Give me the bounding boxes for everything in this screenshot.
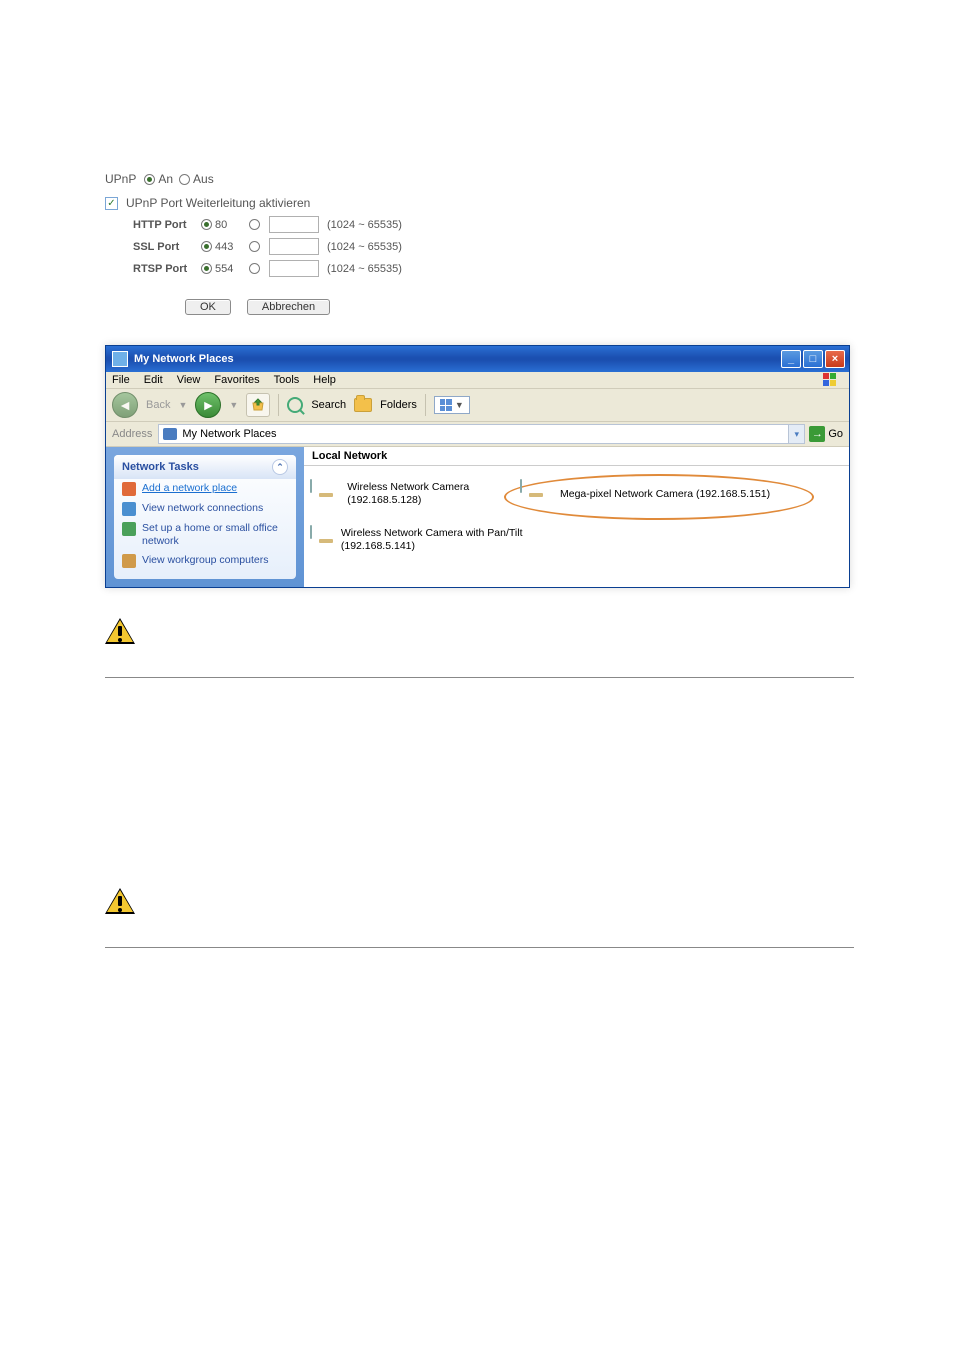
http-port-row: HTTP Port 80 (1024 ~ 65535)	[133, 216, 854, 233]
ssl-port-row: SSL Port 443 (1024 ~ 65535)	[133, 238, 854, 255]
go-button[interactable]: → Go	[809, 426, 843, 442]
upnp-off-radio[interactable]: Aus	[179, 172, 214, 186]
menu-edit[interactable]: Edit	[144, 374, 163, 386]
network-item[interactable]: Wireless Network Camera (192.168.5.128)	[310, 480, 530, 508]
back-label: Back	[146, 399, 170, 411]
rtsp-port-row: RTSP Port 554 (1024 ~ 65535)	[133, 260, 854, 277]
back-button[interactable]: ◄	[112, 392, 138, 418]
rtsp-custom-input[interactable]	[269, 260, 319, 277]
local-network-header: Local Network	[304, 447, 849, 466]
separator	[425, 394, 426, 416]
radio-icon	[144, 174, 155, 185]
warning-icon	[105, 618, 135, 644]
note-block-1	[105, 618, 854, 678]
forward-dropdown-icon[interactable]: ▼	[229, 400, 238, 410]
close-button[interactable]: ×	[825, 350, 845, 368]
http-custom-radio[interactable]	[249, 219, 263, 230]
forward-checkbox[interactable]: ✓	[105, 197, 118, 210]
menu-tools[interactable]: Tools	[274, 374, 300, 386]
warning-icon	[105, 888, 135, 914]
app-icon	[112, 351, 128, 367]
window-title: My Network Places	[134, 353, 781, 365]
camera-icon	[310, 480, 341, 508]
address-field[interactable]: My Network Places	[158, 424, 789, 444]
radio-icon	[201, 219, 212, 230]
upnp-toggle-row: UPnP An Aus	[105, 172, 854, 186]
radio-icon	[179, 174, 190, 185]
sidebar: Network Tasks ⌃ Add a network place View…	[106, 447, 304, 587]
up-button[interactable]	[246, 393, 270, 417]
radio-icon	[249, 263, 260, 274]
tasks-header[interactable]: Network Tasks ⌃	[114, 455, 296, 479]
upnp-on-radio[interactable]: An	[144, 172, 173, 186]
menubar: File Edit View Favorites Tools Help	[106, 372, 849, 389]
maximize-button[interactable]: □	[803, 350, 823, 368]
separator	[278, 394, 279, 416]
ok-button[interactable]: OK	[185, 299, 231, 315]
windows-flag-icon	[823, 373, 843, 389]
camera-icon	[520, 480, 554, 508]
connections-icon	[122, 502, 136, 516]
network-places-icon	[163, 428, 177, 440]
note-block-2	[105, 888, 854, 948]
http-default-radio[interactable]: 80	[201, 219, 243, 231]
forward-button[interactable]: ►	[195, 392, 221, 418]
menu-file[interactable]: File	[112, 374, 130, 386]
content-pane: Local Network Wireless Network Camera (1…	[304, 447, 849, 587]
ssl-default-radio[interactable]: 443	[201, 241, 243, 253]
radio-icon	[201, 241, 212, 252]
toolbar: ◄ Back ▼ ► ▼ Search Folders ▼	[106, 389, 849, 422]
minimize-button[interactable]: _	[781, 350, 801, 368]
view-grid-icon	[440, 399, 452, 411]
address-bar: Address My Network Places ▾ → Go	[106, 422, 849, 447]
menu-favorites[interactable]: Favorites	[214, 374, 259, 386]
back-dropdown-icon[interactable]: ▼	[178, 400, 187, 410]
task-add-place[interactable]: Add a network place	[114, 479, 296, 499]
task-view-connections[interactable]: View network connections	[114, 499, 296, 519]
search-button[interactable]: Search	[311, 399, 346, 411]
cancel-button[interactable]: Abbrechen	[247, 299, 330, 315]
task-setup-network[interactable]: Set up a home or small office network	[114, 519, 296, 551]
menu-view[interactable]: View	[177, 374, 201, 386]
collapse-chevron-icon[interactable]: ⌃	[272, 459, 288, 475]
address-value: My Network Places	[182, 428, 276, 440]
task-view-workgroup[interactable]: View workgroup computers	[114, 551, 296, 571]
camera-icon	[310, 526, 335, 554]
radio-icon	[249, 219, 260, 230]
view-mode-button[interactable]: ▼	[434, 396, 470, 414]
add-place-icon	[122, 482, 136, 496]
folders-icon	[354, 398, 372, 412]
port-table: HTTP Port 80 (1024 ~ 65535) SSL Port 443…	[133, 216, 854, 277]
network-item-highlighted[interactable]: Mega-pixel Network Camera (192.168.5.151…	[520, 480, 810, 508]
workgroup-icon	[122, 554, 136, 568]
explorer-window: My Network Places _ □ × File Edit View F…	[105, 345, 850, 588]
http-custom-input[interactable]	[269, 216, 319, 233]
ssl-custom-input[interactable]	[269, 238, 319, 255]
address-dropdown[interactable]: ▾	[789, 424, 805, 444]
network-tasks-panel: Network Tasks ⌃ Add a network place View…	[114, 455, 296, 579]
menu-help[interactable]: Help	[313, 374, 336, 386]
radio-icon	[249, 241, 260, 252]
chevron-down-icon: ▼	[455, 400, 464, 410]
network-item[interactable]: Wireless Network Camera with Pan/Tilt (1…	[310, 526, 530, 554]
setup-network-icon	[122, 522, 136, 536]
upnp-forward-row: ✓ UPnP Port Weiterleitung aktivieren	[105, 196, 854, 210]
go-arrow-icon: →	[809, 426, 825, 442]
address-label: Address	[112, 428, 152, 440]
folders-button[interactable]: Folders	[380, 399, 417, 411]
search-icon	[287, 397, 303, 413]
titlebar[interactable]: My Network Places _ □ ×	[106, 346, 849, 372]
ssl-custom-radio[interactable]	[249, 241, 263, 252]
forward-label: UPnP Port Weiterleitung aktivieren	[126, 196, 310, 210]
rtsp-default-radio[interactable]: 554	[201, 263, 243, 275]
radio-icon	[201, 263, 212, 274]
rtsp-custom-radio[interactable]	[249, 263, 263, 274]
upnp-label: UPnP	[105, 172, 136, 186]
